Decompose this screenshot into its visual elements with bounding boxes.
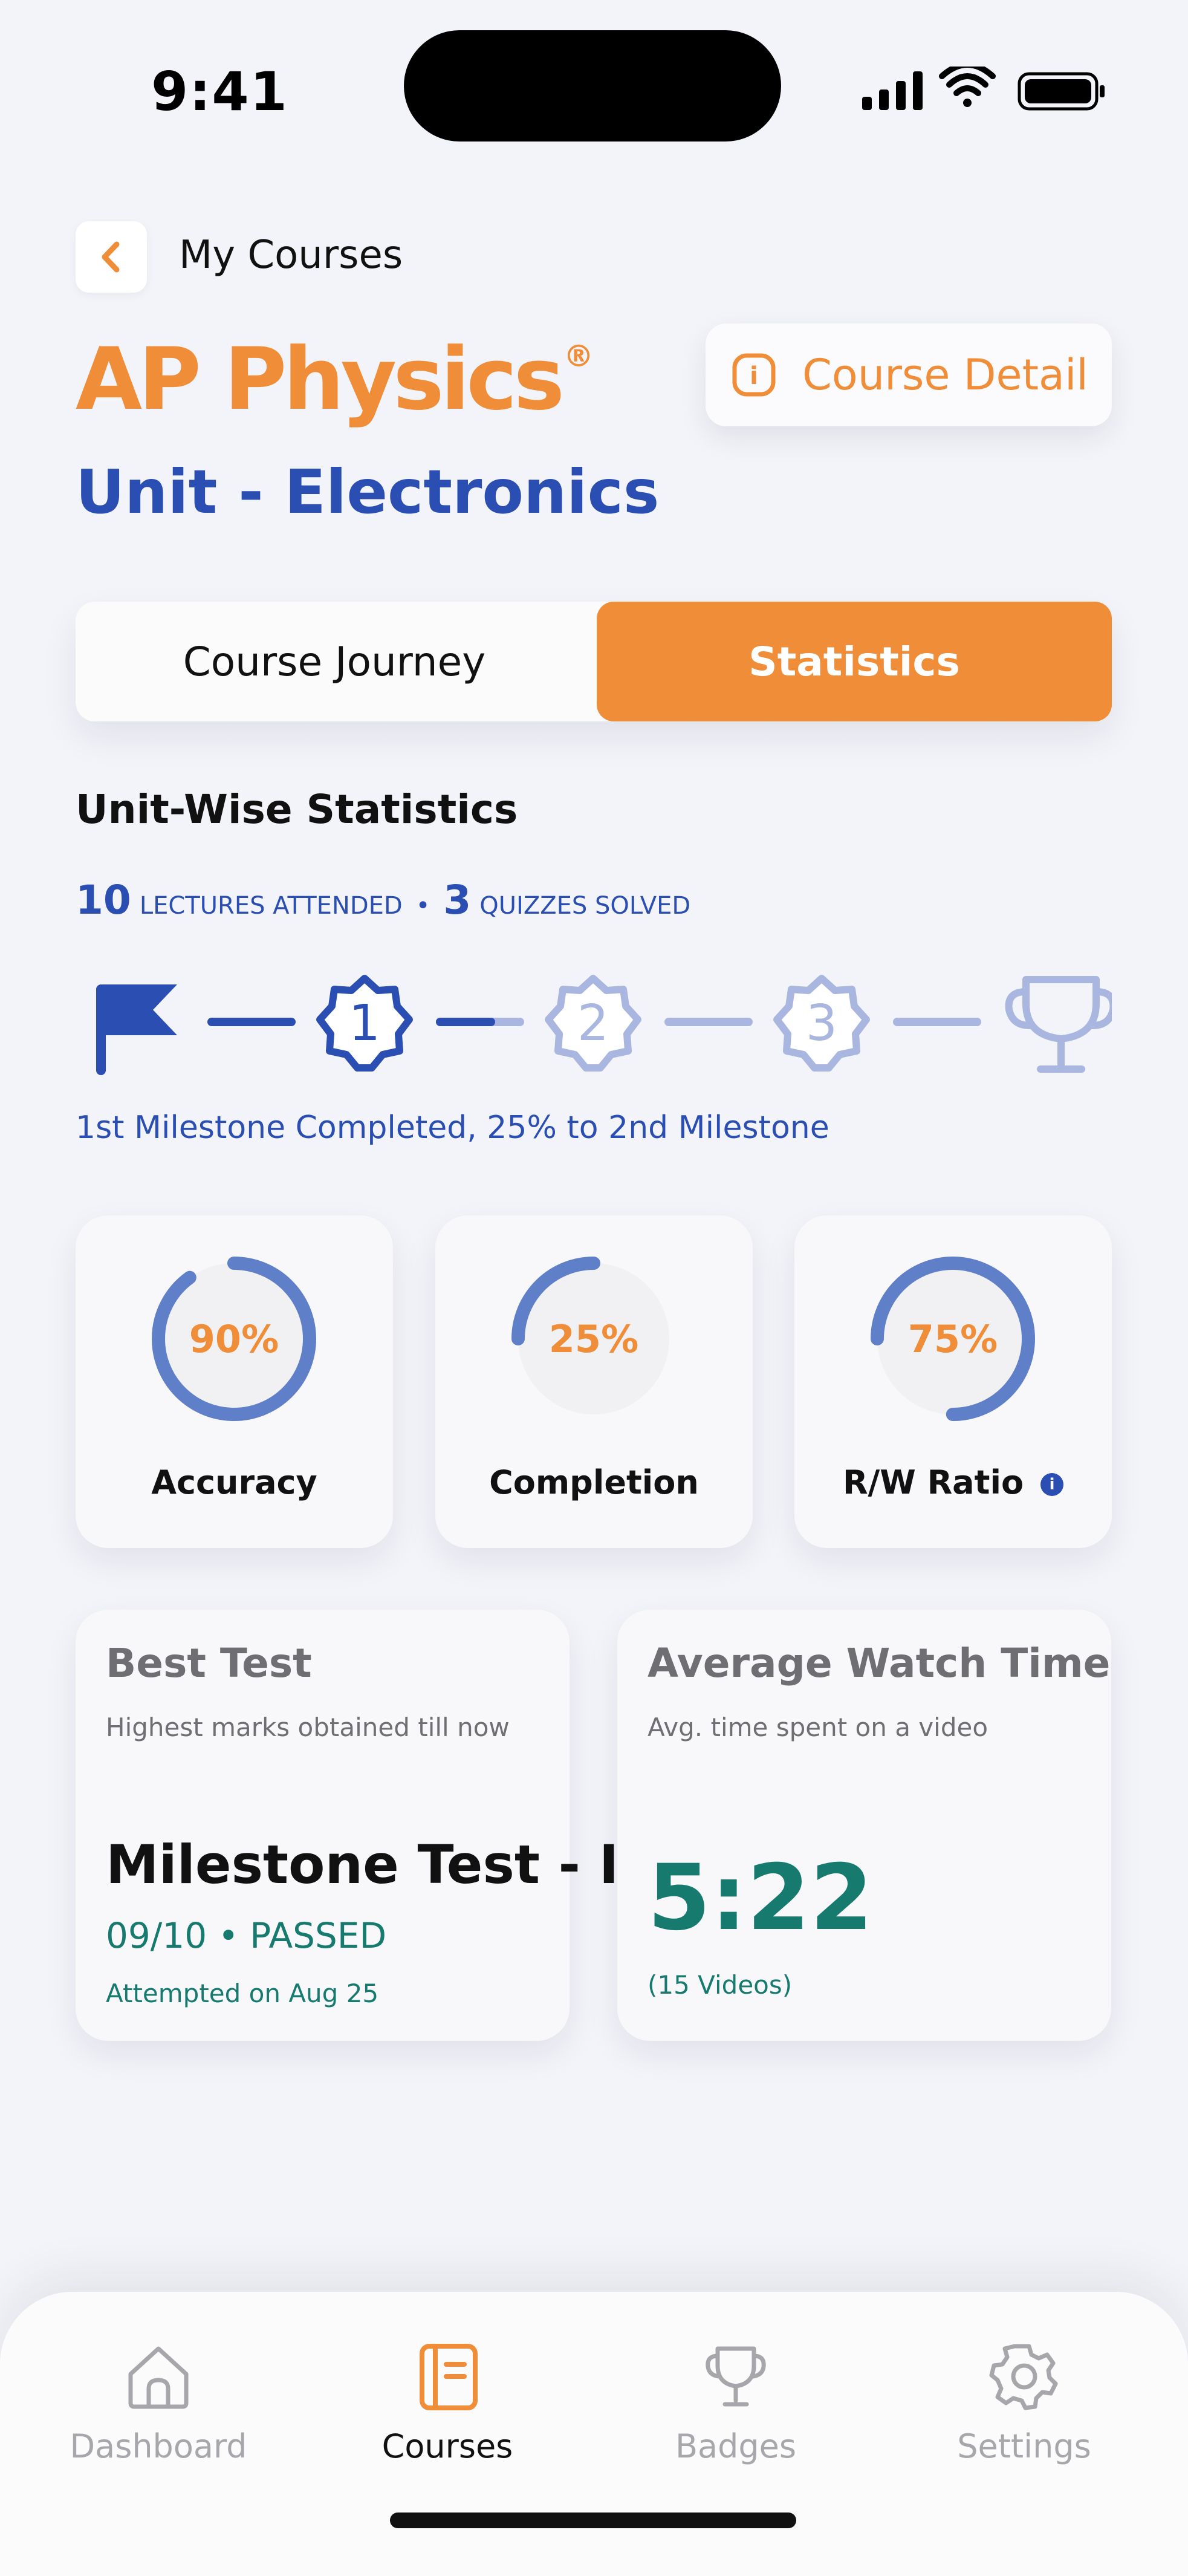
nav-label-badges: Badges: [675, 2427, 797, 2465]
rw-ratio-value: 75%: [907, 1316, 998, 1361]
tab-course-journey[interactable]: Course Journey: [76, 602, 593, 721]
milestone-connector: [207, 1018, 296, 1026]
lectures-count: 10: [76, 877, 131, 923]
nav-item-dashboard[interactable]: Dashboard: [37, 2340, 279, 2465]
milestone-badge-2: 2: [545, 975, 641, 1072]
tab-statistics[interactable]: Statistics: [597, 602, 1112, 721]
wifi-icon: [939, 62, 996, 107]
trophy-icon: [1005, 976, 1117, 1073]
status-icons: [859, 62, 1112, 112]
rw-ratio-label: R/W Ratio: [842, 1463, 1024, 1501]
nav-label-settings: Settings: [957, 2427, 1091, 2465]
quizzes-label: QUIZZES SOLVED: [479, 892, 691, 920]
best-test-title: Best Test: [106, 1640, 312, 1686]
rw-ratio-label-row: R/W Ratio i: [794, 1463, 1112, 1501]
svg-text:2: 2: [577, 995, 609, 1052]
milestone-badge-1: 1: [316, 975, 413, 1072]
registered-mark: ®: [563, 339, 594, 374]
nav-item-courses[interactable]: Courses: [326, 2340, 568, 2465]
svg-text:1: 1: [349, 995, 380, 1052]
trophy-icon: [706, 2346, 766, 2407]
section-title: Unit-Wise Statistics: [76, 786, 518, 833]
best-test-card[interactable]: Best Test Highest marks obtained till no…: [76, 1610, 618, 2041]
accuracy-label: Accuracy: [151, 1463, 317, 1501]
milestone-connector: [893, 1018, 981, 1026]
completion-value: 25%: [548, 1316, 639, 1361]
info-icon[interactable]: i: [1040, 1473, 1064, 1497]
svg-text:i: i: [750, 362, 758, 390]
flag-icon: [96, 984, 177, 1075]
book-icon: [420, 2344, 478, 2410]
milestone-connector: [664, 1018, 753, 1026]
watch-time-count: (15 Videos): [648, 1970, 793, 2000]
best-test-date: Attempted on Aug 25: [106, 1979, 379, 2008]
stats-summary: 10 LECTURES ATTENDED • 3 QUIZZES SOLVED: [76, 877, 690, 923]
milestone-connector-partial: [436, 1018, 524, 1026]
unit-title: Unit - Electronics: [76, 457, 660, 527]
rw-ratio-card[interactable]: 75% R/W Ratio i: [794, 1215, 1112, 1548]
accuracy-card[interactable]: 90% Accuracy: [76, 1215, 393, 1548]
milestone-tracker: 1 2 3: [76, 968, 1117, 1082]
breadcrumb[interactable]: My Courses: [179, 233, 403, 278]
best-test-subtitle: Highest marks obtained till now: [106, 1712, 510, 1742]
nav-label-courses: Courses: [381, 2427, 513, 2465]
best-test-name: Milestone Test - I: [106, 1833, 619, 1896]
status-time: 9:41: [151, 60, 288, 123]
course-detail-label: Course Detail: [802, 350, 1088, 400]
home-icon: [128, 2346, 189, 2409]
nav-item-settings[interactable]: Settings: [903, 2340, 1145, 2465]
summary-separator: •: [415, 892, 430, 920]
accuracy-value: 90%: [189, 1316, 279, 1361]
nav-label-dashboard: Dashboard: [70, 2427, 247, 2465]
watch-time-card[interactable]: Average Watch Time Avg. time spent on a …: [617, 1610, 1111, 2041]
bottom-nav: Dashboard Courses Badges Settings: [0, 2292, 1188, 2576]
gear-icon: [989, 2344, 1058, 2410]
course-brand-name: AP Physics: [76, 330, 565, 429]
dynamic-island: [404, 30, 781, 141]
milestone-badge-3: 3: [773, 975, 870, 1072]
segmented-tabs: Course Journey Statistics: [76, 602, 1112, 721]
battery-icon: [1018, 72, 1105, 111]
info-icon: i: [732, 353, 776, 397]
svg-text:3: 3: [806, 995, 837, 1052]
completion-card[interactable]: 25% Completion: [435, 1215, 753, 1548]
watch-time-title: Average Watch Time: [648, 1640, 1111, 1686]
home-indicator[interactable]: [390, 2513, 796, 2528]
nav-item-badges[interactable]: Badges: [615, 2340, 857, 2465]
signal-icon: [862, 71, 923, 110]
quizzes-count: 3: [443, 877, 472, 923]
milestone-caption: 1st Milestone Completed, 25% to 2nd Mile…: [76, 1110, 829, 1146]
chevron-left-icon: [102, 241, 120, 273]
course-brand: AP Physics®: [76, 330, 594, 429]
best-test-score: 09/10 • PASSED: [106, 1915, 387, 1956]
course-detail-button[interactable]: i Course Detail: [706, 324, 1112, 426]
completion-label: Completion: [489, 1463, 699, 1501]
lectures-label: LECTURES ATTENDED: [139, 892, 403, 920]
watch-time-value: 5:22: [648, 1846, 874, 1951]
back-button[interactable]: [76, 221, 147, 293]
watch-time-subtitle: Avg. time spent on a video: [648, 1712, 988, 1742]
